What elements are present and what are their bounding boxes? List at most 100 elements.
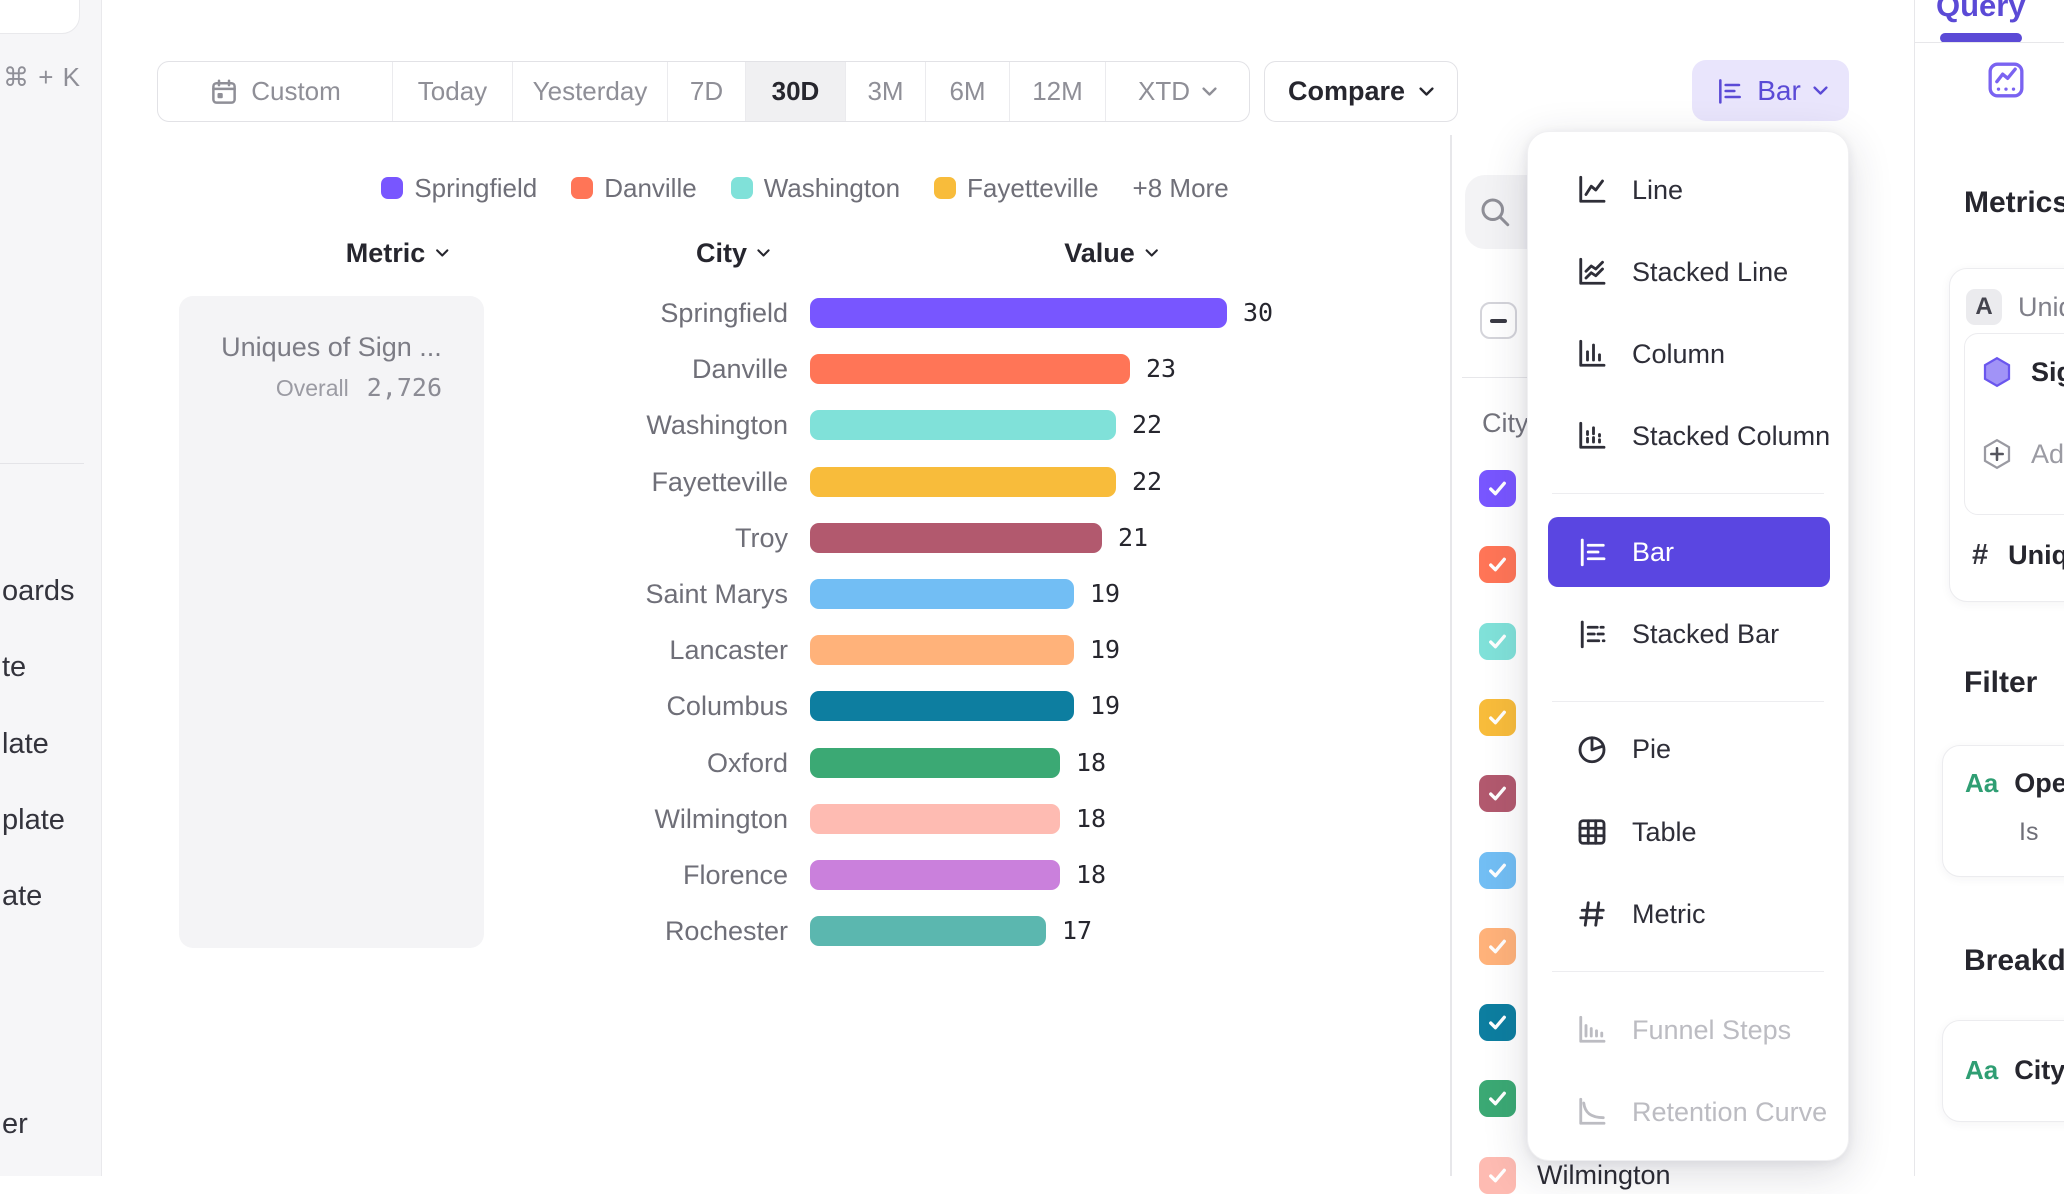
stacked-line-chart-icon <box>1574 254 1610 290</box>
date-range-30d[interactable]: 30D <box>746 62 846 121</box>
bar[interactable] <box>810 410 1116 440</box>
column-header-city[interactable]: City <box>696 238 770 269</box>
metrics-card[interactable]: A Uniq Sig Ad # Uniqu <box>1949 268 2064 602</box>
bar[interactable] <box>810 635 1074 665</box>
hexagon-plus-icon <box>1979 436 2015 472</box>
bar-category-label: Florence <box>480 847 788 903</box>
series-checkbox[interactable] <box>1479 928 1516 965</box>
metrics-heading: Metrics <box>1964 186 2064 220</box>
series-checkbox[interactable] <box>1479 546 1516 583</box>
date-range-12m[interactable]: 12M <box>1010 62 1106 121</box>
insights-chart-icon <box>1986 60 2026 100</box>
menu-item-pie[interactable]: Pie <box>1528 708 1848 790</box>
bar[interactable] <box>810 467 1116 497</box>
sidebar-item[interactable]: late <box>2 728 49 761</box>
event-type-badge: A <box>1966 289 2002 325</box>
bar-value-label: 21 <box>1118 510 1148 566</box>
date-range-7d[interactable]: 7D <box>668 62 746 121</box>
check-icon <box>1485 781 1510 806</box>
sidebar-item[interactable]: er <box>2 1108 28 1141</box>
filter-property-row[interactable]: Aa Ope <box>1965 764 2064 802</box>
bar-category-label: Springfield <box>480 285 788 341</box>
legend-swatch <box>731 177 753 199</box>
menu-item-metric[interactable]: Metric <box>1528 873 1848 955</box>
bar[interactable] <box>810 860 1060 890</box>
metric-subcard: Sig Ad <box>1964 333 2064 515</box>
series-checkbox[interactable] <box>1479 1080 1516 1117</box>
chart-type-button[interactable]: Bar <box>1692 60 1849 121</box>
bar-category-label: Troy <box>480 510 788 566</box>
menu-item-line[interactable]: Line <box>1528 149 1848 231</box>
menu-item-stacked-bar[interactable]: Stacked Bar <box>1528 593 1848 675</box>
bar[interactable] <box>810 579 1074 609</box>
column-header-metric[interactable]: Metric <box>346 238 449 269</box>
menu-item-bar-selected[interactable]: Bar <box>1548 517 1830 587</box>
series-checkbox[interactable] <box>1479 1157 1516 1194</box>
menu-item-column[interactable]: Column <box>1528 313 1848 395</box>
bar[interactable] <box>810 354 1130 384</box>
chart-row: Saint Marys19 <box>480 566 1460 622</box>
metric-summary-card[interactable]: Uniques of Sign ... Overall2,726 <box>179 296 484 948</box>
chevron-down-icon <box>435 249 448 257</box>
stacked-bar-chart-icon <box>1574 616 1610 652</box>
metric-title: Uniques of Sign ... <box>199 332 464 363</box>
event-row[interactable]: A Uniq <box>1966 287 2064 327</box>
retention-curve-icon <box>1574 1094 1610 1130</box>
menu-item-stacked-column[interactable]: Stacked Column <box>1528 395 1848 477</box>
series-checkbox[interactable] <box>1479 1004 1516 1041</box>
date-range-6m[interactable]: 6M <box>926 62 1010 121</box>
legend-item[interactable]: Danville <box>571 173 697 204</box>
legend-item[interactable]: Fayetteville <box>934 173 1099 204</box>
date-range-3m[interactable]: 3M <box>846 62 926 121</box>
column-header-value[interactable]: Value <box>1064 238 1158 269</box>
legend-item[interactable]: Washington <box>731 173 900 204</box>
signup-row[interactable]: Sig <box>1979 352 2064 392</box>
sidebar-item[interactable]: oards <box>2 575 75 608</box>
select-all-checkbox[interactable] <box>1480 302 1517 339</box>
date-range-xtd[interactable]: XTD <box>1106 62 1249 121</box>
bar-value-label: 23 <box>1146 341 1176 397</box>
legend-item[interactable]: Springfield <box>381 173 537 204</box>
legend-more-button[interactable]: +8 More <box>1133 173 1229 204</box>
menu-item-table[interactable]: Table <box>1528 791 1848 873</box>
sidebar-item[interactable]: ate <box>2 880 42 913</box>
sidebar-item[interactable]: plate <box>2 804 65 837</box>
series-checkbox[interactable] <box>1479 699 1516 736</box>
compare-button[interactable]: Compare <box>1264 61 1458 122</box>
menu-item-stacked-line[interactable]: Stacked Line <box>1528 231 1848 313</box>
bar[interactable] <box>810 748 1060 778</box>
tab-query[interactable]: Query <box>1936 0 2026 24</box>
bar[interactable] <box>810 804 1060 834</box>
filter-operator-row[interactable]: Is i <box>2019 814 2064 850</box>
series-checkbox[interactable] <box>1479 623 1516 660</box>
chevron-down-icon <box>1202 87 1217 97</box>
panel-divider <box>1450 135 1452 1176</box>
series-checkbox[interactable] <box>1479 775 1516 812</box>
bar[interactable] <box>810 298 1227 328</box>
keyboard-shortcut-hint: ⌘ + K <box>3 62 81 93</box>
column-chart-icon <box>1574 336 1610 372</box>
series-checkbox[interactable] <box>1479 852 1516 889</box>
breakdown-property-row[interactable]: Aa City <box>1965 1051 2064 1089</box>
breakdown-heading: Breakdown <box>1964 944 2064 978</box>
bar[interactable] <box>810 691 1074 721</box>
chevron-down-icon <box>1419 87 1434 97</box>
funnel-steps-icon <box>1574 1012 1610 1048</box>
hexagon-icon <box>1979 354 2015 390</box>
bar[interactable] <box>810 523 1102 553</box>
sidebar-item[interactable]: te <box>2 651 26 684</box>
chart-row: Rochester17 <box>480 903 1460 959</box>
check-icon <box>1485 552 1510 577</box>
check-icon <box>1485 1086 1510 1111</box>
measure-row[interactable]: # Uniqu <box>1972 535 2064 575</box>
bar[interactable] <box>810 916 1046 946</box>
breakdown-card[interactable]: Aa City <box>1942 1020 2064 1122</box>
date-range-yesterday[interactable]: Yesterday <box>513 62 668 121</box>
sidebar-search-box[interactable] <box>0 0 80 34</box>
series-checkbox[interactable] <box>1479 470 1516 507</box>
hash-icon <box>1574 896 1610 932</box>
add-row[interactable]: Ad <box>1979 434 2064 474</box>
filter-card[interactable]: Aa Ope Is i <box>1942 745 2064 877</box>
date-range-today[interactable]: Today <box>393 62 513 121</box>
date-range-custom[interactable]: Custom <box>158 62 393 121</box>
